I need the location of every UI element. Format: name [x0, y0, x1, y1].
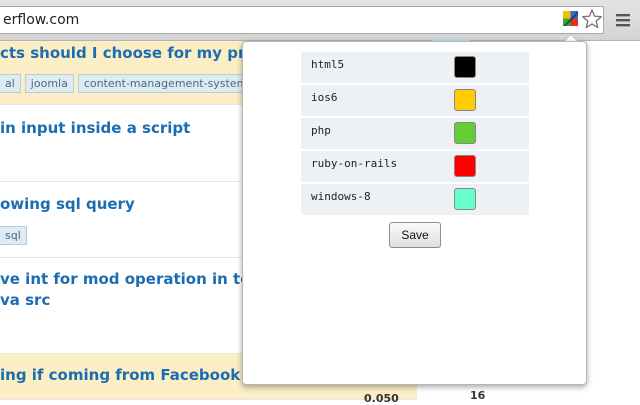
question-title-continued[interactable]: va src — [0, 291, 50, 309]
tag-name: windows-8 — [311, 190, 371, 203]
address-bar[interactable]: erflow.com — [0, 6, 604, 34]
color-swatch[interactable] — [454, 155, 476, 177]
color-swatch[interactable] — [454, 188, 476, 210]
tag-color-row: html5 — [301, 52, 529, 83]
url-text[interactable]: erflow.com — [3, 12, 79, 28]
tag-list: al joomla content-management-system — [0, 72, 257, 93]
bookmark-star-icon[interactable] — [581, 8, 603, 30]
question-title[interactable]: owing sql query — [0, 195, 135, 213]
tag-color-row: ruby-on-rails — [301, 151, 529, 182]
tag-color-row: ios6 — [301, 85, 529, 116]
extension-popup: html5 ios6 php ruby-on-rails windows-8 S… — [242, 41, 587, 385]
browser-toolbar: erflow.com — [0, 0, 640, 41]
question-title[interactable]: ing if coming from Facebook — [0, 366, 240, 384]
tag-color-table: html5 ios6 php ruby-on-rails windows-8 — [301, 52, 529, 217]
tag-name: ruby-on-rails — [311, 157, 398, 170]
tag-color-row: windows-8 — [301, 184, 529, 215]
tag-name: html5 — [311, 58, 345, 71]
tag-color-row: php — [301, 118, 529, 149]
question-title[interactable]: in input inside a script — [0, 119, 190, 137]
question-meta: 0.050 — [364, 392, 399, 405]
tag-name: php — [311, 124, 331, 137]
tag[interactable]: content-management-system — [77, 74, 254, 93]
tag[interactable]: sql — [0, 226, 27, 245]
tag[interactable]: al — [0, 74, 21, 93]
color-swatch[interactable] — [454, 56, 476, 78]
tag[interactable]: joomla — [24, 74, 74, 93]
tag-list: sql — [0, 224, 31, 245]
color-tag-extension-icon[interactable] — [563, 11, 578, 26]
sidebar-count: 16 — [470, 389, 486, 402]
menu-icon[interactable] — [612, 9, 634, 31]
question-title[interactable]: cts should I choose for my proje — [0, 44, 271, 62]
save-button[interactable]: Save — [389, 222, 441, 248]
color-swatch[interactable] — [454, 122, 476, 144]
tag-name: ios6 — [311, 91, 338, 104]
color-swatch[interactable] — [454, 89, 476, 111]
question-title[interactable]: ve int for mod operation in toSt — [0, 270, 268, 288]
